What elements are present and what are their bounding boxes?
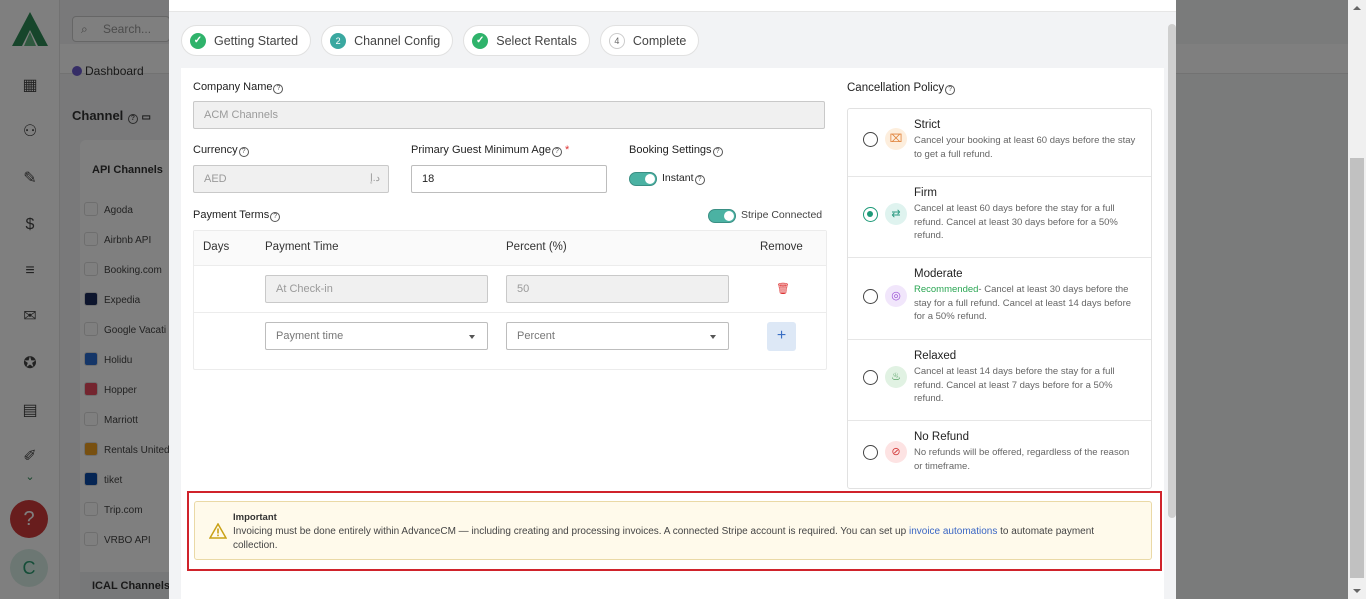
step-channel-config[interactable]: 2 Channel Config xyxy=(321,25,454,56)
scroll-up-icon[interactable] xyxy=(1353,6,1361,10)
notice-title: Important xyxy=(233,512,277,523)
currency-field[interactable]: AED د.إ xyxy=(193,165,389,193)
policy-option-moderate[interactable]: ◎ Moderate Recommended- Cancel at least … xyxy=(848,258,1151,340)
warning-icon xyxy=(209,523,227,539)
cancellation-policy-label: Cancellation Policy? xyxy=(847,82,956,95)
percent-field[interactable]: 50 xyxy=(506,275,729,303)
modal-scrollbar[interactable] xyxy=(1168,24,1176,518)
payment-time-select[interactable]: Payment time xyxy=(265,322,488,350)
min-age-field[interactable]: 18 xyxy=(411,165,607,193)
col-payment-time: Payment Time xyxy=(265,241,339,253)
modal-header xyxy=(169,0,1176,12)
important-notice: Important Invoicing must be done entirel… xyxy=(194,501,1152,560)
instant-toggle[interactable] xyxy=(629,172,657,186)
no-refund-icon: ⊘ xyxy=(885,441,907,463)
stripe-connected-label: Stripe Connected xyxy=(741,209,823,221)
balance-icon: ◎ xyxy=(885,285,907,307)
booking-settings-label: Booking Settings? xyxy=(629,144,723,157)
wizard-steps: ✓ Getting Started 2 Channel Config ✓ Sel… xyxy=(181,25,700,57)
scroll-thumb[interactable] xyxy=(1350,158,1364,578)
radio-relaxed[interactable] xyxy=(863,370,878,385)
caret-down-icon xyxy=(469,335,475,339)
check-icon: ✓ xyxy=(190,32,206,49)
help-icon[interactable]: ? xyxy=(238,147,249,157)
money-refund-icon: ⇄ xyxy=(885,203,907,225)
notice-text: Invoicing must be done entirely within A… xyxy=(233,526,1095,551)
radio-no-refund[interactable] xyxy=(863,445,878,460)
help-icon[interactable]: ? xyxy=(945,85,956,95)
step-number: 4 xyxy=(608,32,625,49)
window-scrollbar[interactable] xyxy=(1348,0,1366,599)
help-icon[interactable]: ? xyxy=(551,147,562,157)
radio-moderate[interactable] xyxy=(863,289,878,304)
col-days: Days xyxy=(203,241,230,253)
caret-down-icon xyxy=(710,335,716,339)
policy-option-no-refund[interactable]: ⊘ No Refund No refunds will be offered, … xyxy=(848,421,1151,488)
radio-firm[interactable] xyxy=(863,207,878,222)
help-icon[interactable]: ? xyxy=(694,175,705,185)
table-row-new: Payment time Percent + xyxy=(194,313,826,369)
lounge-chair-icon: ♨ xyxy=(885,366,907,388)
step-number: 2 xyxy=(330,32,347,49)
table-row: At Check-in 50 🗑 xyxy=(194,266,826,313)
check-icon: ✓ xyxy=(472,32,489,49)
add-payment-button[interactable]: + xyxy=(767,322,796,351)
payment-terms-label: Payment Terms? xyxy=(193,209,281,222)
stripe-toggle[interactable] xyxy=(708,209,736,223)
invoice-automations-link[interactable]: invoice automations xyxy=(909,526,997,537)
scroll-down-icon[interactable] xyxy=(1353,589,1361,593)
policy-option-strict[interactable]: ⌧ Strict Cancel your booking at least 60… xyxy=(848,109,1151,177)
policy-option-relaxed[interactable]: ♨ Relaxed Cancel at least 14 days before… xyxy=(848,340,1151,421)
instant-label: Instant? xyxy=(662,172,705,185)
trash-icon[interactable]: 🗑 xyxy=(776,283,790,295)
recommended-badge: Recommended xyxy=(914,284,979,295)
table-header: Days Payment Time Percent (%) Remove xyxy=(194,231,826,266)
help-icon[interactable]: ? xyxy=(270,212,281,222)
help-icon[interactable]: ? xyxy=(712,147,723,157)
step-getting-started[interactable]: ✓ Getting Started xyxy=(181,25,312,56)
currency-symbol: د.إ xyxy=(369,173,380,184)
col-percent: Percent (%) xyxy=(506,241,567,253)
cancellation-policy-options: ⌧ Strict Cancel your booking at least 60… xyxy=(847,108,1152,489)
company-name-field[interactable]: ACM Channels xyxy=(193,101,825,129)
company-name-label: Company Name? xyxy=(193,81,284,94)
calendar-cancel-icon: ⌧ xyxy=(885,128,907,150)
step-select-rentals[interactable]: ✓ Select Rentals xyxy=(463,25,590,56)
help-icon[interactable]: ? xyxy=(273,84,284,94)
min-age-label: Primary Guest Minimum Age? * xyxy=(411,144,570,157)
percent-select[interactable]: Percent xyxy=(506,322,729,350)
policy-option-firm[interactable]: ⇄ Firm Cancel at least 60 days before th… xyxy=(848,177,1151,258)
payment-terms-table: Days Payment Time Percent (%) Remove At … xyxy=(193,230,827,370)
payment-time-field[interactable]: At Check-in xyxy=(265,275,488,303)
col-remove: Remove xyxy=(760,241,803,253)
currency-label: Currency? xyxy=(193,144,249,157)
step-complete[interactable]: 4 Complete xyxy=(599,25,700,56)
radio-strict[interactable] xyxy=(863,132,878,147)
